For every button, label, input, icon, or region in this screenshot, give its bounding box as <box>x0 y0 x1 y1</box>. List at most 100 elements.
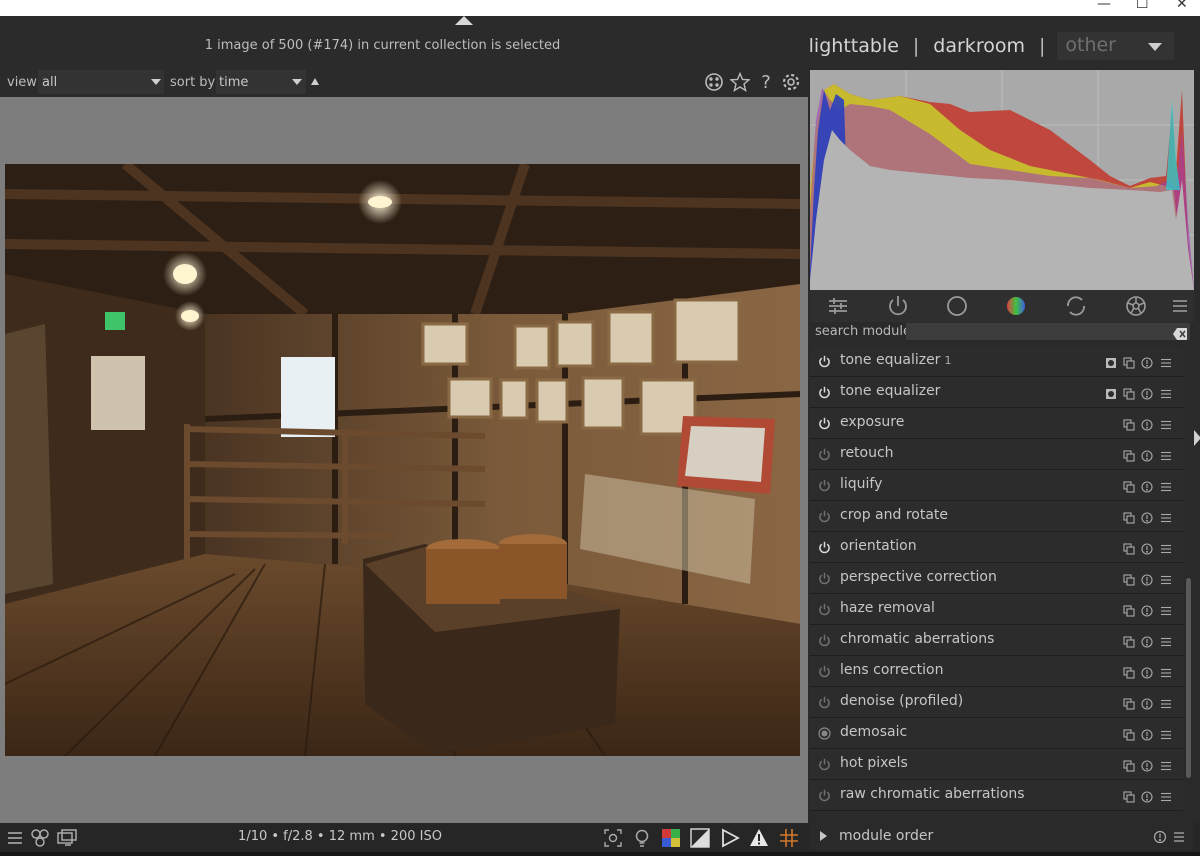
presets-icon[interactable] <box>1160 695 1172 709</box>
module-list-scrollbar[interactable] <box>1186 578 1191 778</box>
reset-icon[interactable] <box>1141 416 1153 431</box>
module-row[interactable]: haze removal <box>810 594 1183 625</box>
presets-icon[interactable] <box>1172 829 1186 843</box>
styles-icon[interactable] <box>30 828 50 848</box>
star-icon[interactable] <box>729 71 751 94</box>
multi-instance-icon[interactable] <box>1123 571 1135 586</box>
multi-instance-icon[interactable] <box>1123 788 1135 803</box>
power-icon[interactable] <box>818 508 831 523</box>
module-row[interactable]: exposure <box>810 408 1183 439</box>
focus-peaking-icon[interactable] <box>603 828 623 848</box>
presets-icon[interactable] <box>1160 540 1172 554</box>
warning-icon[interactable] <box>749 828 769 848</box>
power-icon[interactable] <box>818 570 831 585</box>
module-row[interactable]: tone equalizer <box>810 377 1183 408</box>
clear-search-icon[interactable] <box>1173 325 1187 340</box>
power-icon[interactable] <box>818 384 831 399</box>
reset-icon[interactable] <box>1141 540 1153 555</box>
reset-icon[interactable] <box>1141 788 1153 803</box>
help-icon[interactable]: ? <box>755 72 777 94</box>
presets-icon[interactable] <box>1160 354 1172 368</box>
view-lighttable[interactable]: lighttable <box>809 35 899 57</box>
reset-icon[interactable] <box>1153 829 1167 844</box>
module-row[interactable]: raw chromatic aberrations <box>810 780 1183 811</box>
multi-instance-icon[interactable] <box>1123 726 1135 741</box>
correct-group-icon[interactable] <box>1064 294 1088 318</box>
multi-instance-icon[interactable] <box>1123 416 1135 431</box>
reset-icon[interactable] <box>1141 633 1153 648</box>
power-icon[interactable] <box>818 756 831 771</box>
reset-icon[interactable] <box>1141 509 1153 524</box>
multi-instance-icon[interactable] <box>1123 633 1135 648</box>
module-row[interactable]: crop and rotate <box>810 501 1183 532</box>
reset-icon[interactable] <box>1141 571 1153 586</box>
presets-icon[interactable] <box>1160 416 1172 430</box>
power-icon[interactable] <box>818 601 831 616</box>
power-icon[interactable] <box>818 353 831 368</box>
module-row[interactable]: perspective correction <box>810 563 1183 594</box>
module-row[interactable]: chromatic aberrations <box>810 625 1183 656</box>
collapse-top-panel-icon[interactable] <box>455 16 473 25</box>
power-icon[interactable] <box>818 539 831 554</box>
power-icon[interactable] <box>818 415 831 430</box>
histogram[interactable] <box>810 70 1194 290</box>
module-row[interactable]: orientation <box>810 532 1183 563</box>
presets-icon[interactable] <box>1160 447 1172 461</box>
close-button[interactable]: ✕ <box>1176 0 1188 12</box>
reset-icon[interactable] <box>1141 447 1153 462</box>
minimize-button[interactable]: — <box>1097 0 1111 12</box>
view-other-dropdown[interactable]: other <box>1057 32 1174 60</box>
presets-icon[interactable] <box>1160 478 1172 492</box>
module-row[interactable]: demosaic <box>810 718 1183 749</box>
module-row[interactable]: hot pixels <box>810 749 1183 780</box>
search-module-input[interactable] <box>906 323 1190 340</box>
sort-dropdown[interactable]: time <box>216 70 306 94</box>
module-row[interactable]: liquify <box>810 470 1183 501</box>
guides-icon[interactable] <box>779 828 799 848</box>
multi-instance-icon[interactable] <box>1123 664 1135 679</box>
power-icon[interactable] <box>818 446 831 461</box>
mask-icon[interactable] <box>1105 354 1117 368</box>
quick-access-icon[interactable] <box>826 294 850 318</box>
view-filter-dropdown[interactable]: all <box>38 70 164 94</box>
presets-icon[interactable] <box>1160 757 1172 771</box>
multi-instance-icon[interactable] <box>1123 757 1135 772</box>
active-modules-power-icon[interactable] <box>886 294 910 318</box>
power-icon[interactable] <box>818 477 831 492</box>
multi-instance-icon[interactable] <box>1123 478 1135 493</box>
presets-icon[interactable] <box>1160 726 1172 740</box>
reset-icon[interactable] <box>1141 602 1153 617</box>
module-row[interactable]: retouch <box>810 439 1183 470</box>
bulb-icon[interactable] <box>632 828 652 848</box>
presets-icon[interactable] <box>1160 788 1172 802</box>
effect-group-icon[interactable] <box>1124 294 1148 318</box>
module-row[interactable]: denoise (profiled) <box>810 687 1183 718</box>
presets-icon[interactable] <box>1160 385 1172 399</box>
reset-icon[interactable] <box>1141 664 1153 679</box>
color-group-icon[interactable] <box>1004 294 1028 318</box>
power-icon[interactable] <box>818 694 831 709</box>
power-icon[interactable] <box>818 663 831 678</box>
multi-instance-icon[interactable] <box>1123 602 1135 617</box>
gear-icon[interactable] <box>780 72 802 94</box>
module-row[interactable]: lens correction <box>810 656 1183 687</box>
multi-instance-icon[interactable] <box>1123 385 1135 400</box>
view-darkroom[interactable]: darkroom <box>933 35 1025 57</box>
power-icon[interactable] <box>818 632 831 647</box>
second-window-icon[interactable] <box>56 828 77 848</box>
sort-order-icon[interactable] <box>311 78 319 85</box>
reset-icon[interactable] <box>1141 695 1153 710</box>
softproof-icon[interactable] <box>690 828 710 848</box>
presets-icon[interactable] <box>1160 509 1172 523</box>
reset-icon[interactable] <box>1141 757 1153 772</box>
module-row[interactable]: tone equalizer 1 <box>810 346 1183 377</box>
presets-icon[interactable] <box>1160 664 1172 678</box>
always-on-icon[interactable] <box>818 725 831 740</box>
multi-instance-icon[interactable] <box>1123 354 1135 369</box>
base-group-circle-icon[interactable] <box>945 294 969 318</box>
reset-icon[interactable] <box>1141 354 1153 369</box>
multi-instance-icon[interactable] <box>1123 509 1135 524</box>
photo-preview[interactable] <box>5 164 800 756</box>
maximize-button[interactable]: ☐ <box>1136 0 1149 12</box>
multi-instance-icon[interactable] <box>1123 695 1135 710</box>
